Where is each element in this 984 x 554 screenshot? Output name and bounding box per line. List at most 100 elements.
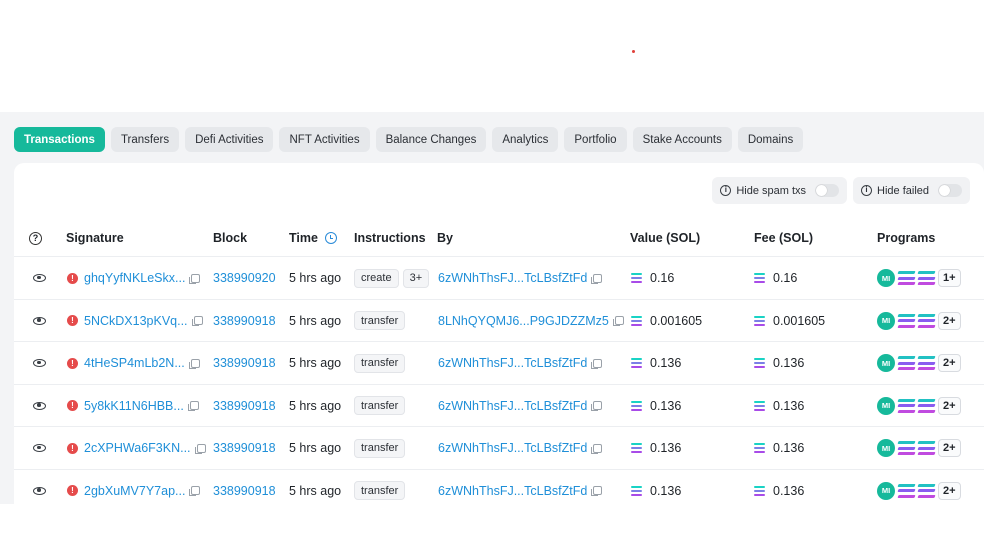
block-link[interactable]: 338990918 <box>213 314 276 328</box>
hide-failed-filter[interactable]: i Hide failed <box>853 177 970 204</box>
table-row[interactable]: ! 2gbXuMV7Y7ap... 338990918 5 hrs ago tr… <box>14 470 984 505</box>
by-address-link[interactable]: 6zWNhThsFJ...TcLBsfZtFd <box>438 399 587 413</box>
solana-program-icon[interactable] <box>917 313 936 328</box>
block-link[interactable]: 338990920 <box>213 271 276 285</box>
solana-program-icon[interactable] <box>917 356 936 370</box>
eye-icon[interactable] <box>33 486 46 495</box>
more-programs-button[interactable]: 2+ <box>938 481 961 500</box>
tab-portfolio[interactable]: Portfolio <box>564 127 627 152</box>
more-programs-button[interactable]: 2+ <box>938 439 961 457</box>
time-header[interactable]: Time <box>289 219 337 257</box>
eye-icon[interactable] <box>33 444 46 452</box>
by-address-link[interactable]: 6zWNhThsFJ...TcLBsfZtFd <box>438 356 587 370</box>
more-programs-button[interactable]: 2+ <box>938 311 961 330</box>
solana-program-icon[interactable] <box>917 483 936 498</box>
view-cell[interactable] <box>33 427 46 469</box>
solana-program-icon[interactable] <box>897 271 916 285</box>
table-row[interactable]: ! 4tHeSP4mLb2N... 338990918 5 hrs ago tr… <box>14 342 984 385</box>
eye-icon[interactable] <box>33 359 46 367</box>
instructions-header: Instructions <box>354 231 426 245</box>
solana-program-icon[interactable] <box>917 271 936 285</box>
copy-icon[interactable] <box>612 316 624 326</box>
instruction-badge[interactable]: 3+ <box>402 268 430 288</box>
view-cell[interactable] <box>33 342 46 384</box>
program-mi-icon[interactable]: MI <box>877 481 895 500</box>
view-cell[interactable] <box>33 470 46 505</box>
solana-program-icon[interactable] <box>897 356 916 370</box>
tab-defi-activities[interactable]: Defi Activities <box>185 127 274 152</box>
signature-link[interactable]: 2cXPHWa6F3KN... <box>84 441 191 455</box>
signature-link[interactable]: ghqYyfNKLeSkx... <box>84 271 185 285</box>
eye-icon[interactable] <box>33 316 46 325</box>
tab-transactions[interactable]: Transactions <box>14 127 105 152</box>
help-icon[interactable]: ? <box>29 231 42 245</box>
help-header[interactable]: ? <box>29 219 42 257</box>
hide-spam-filter[interactable]: i Hide spam txs <box>712 177 848 204</box>
tab-domains[interactable]: Domains <box>737 127 804 152</box>
signature-link[interactable]: 5y8kK11N6HBB... <box>84 399 184 413</box>
solana-program-icon[interactable] <box>917 441 936 455</box>
table-row[interactable]: ! 5y8kK11N6HBB... 338990918 5 hrs ago tr… <box>14 385 984 427</box>
block-link[interactable]: 338990918 <box>213 484 276 498</box>
copy-icon[interactable] <box>189 273 201 284</box>
tab-analytics[interactable]: Analytics <box>492 127 559 152</box>
tab-stake-accounts[interactable]: Stake Accounts <box>632 127 732 152</box>
more-programs-button[interactable]: 1+ <box>938 269 961 287</box>
signature-link[interactable]: 2gbXuMV7Y7ap... <box>84 484 185 498</box>
hide-failed-toggle[interactable] <box>938 184 962 197</box>
table-row[interactable]: ! 2cXPHWa6F3KN... 338990918 5 hrs ago tr… <box>14 427 984 470</box>
tab-transfers[interactable]: Transfers <box>110 127 180 152</box>
view-cell[interactable] <box>33 257 46 299</box>
program-mi-icon[interactable]: MI <box>877 396 895 415</box>
by-cell: 8LNhQYQMJ6...P9GJDZZMz5 <box>438 300 624 342</box>
copy-icon[interactable] <box>189 486 201 496</box>
tab-balance-changes[interactable]: Balance Changes <box>375 127 487 152</box>
tab-nft-activities[interactable]: NFT Activities <box>279 127 370 152</box>
block-link[interactable]: 338990918 <box>213 356 276 370</box>
solana-program-icon[interactable] <box>897 441 916 455</box>
solana-program-icon[interactable] <box>917 398 936 413</box>
block-link[interactable]: 338990918 <box>213 399 276 413</box>
solana-program-icon[interactable] <box>897 483 916 498</box>
instruction-badge[interactable]: transfer <box>354 311 406 330</box>
table-row[interactable]: ! 5NCkDX13pKVq... 338990918 5 hrs ago tr… <box>14 300 984 342</box>
signature-link[interactable]: 5NCkDX13pKVq... <box>84 314 188 328</box>
eye-icon[interactable] <box>33 401 46 410</box>
copy-icon[interactable] <box>191 316 203 326</box>
copy-icon[interactable] <box>591 273 603 284</box>
solana-program-icon[interactable] <box>897 313 916 328</box>
instruction-badge[interactable]: create <box>354 268 399 288</box>
instruction-badge[interactable]: transfer <box>354 481 406 500</box>
fee-amount: 0.136 <box>773 441 805 455</box>
copy-icon[interactable] <box>591 443 603 454</box>
copy-icon[interactable] <box>591 401 603 411</box>
copy-icon[interactable] <box>194 443 206 454</box>
signature-link[interactable]: 4tHeSP4mLb2N... <box>84 356 185 370</box>
copy-icon[interactable] <box>188 358 200 369</box>
hide-spam-toggle[interactable] <box>815 184 840 197</box>
block-link[interactable]: 338990918 <box>213 441 276 455</box>
program-mi-icon[interactable]: MI <box>877 311 895 330</box>
more-programs-button[interactable]: 2+ <box>938 396 961 415</box>
copy-icon[interactable] <box>187 401 199 411</box>
eye-icon[interactable] <box>33 274 46 282</box>
view-cell[interactable] <box>33 300 46 342</box>
copy-icon[interactable] <box>591 358 603 369</box>
program-mi-icon[interactable]: MI <box>877 269 895 287</box>
by-address-link[interactable]: 8LNhQYQMJ6...P9GJDZZMz5 <box>438 314 609 328</box>
by-address-link[interactable]: 6zWNhThsFJ...TcLBsfZtFd <box>438 441 587 455</box>
sol-icon <box>754 273 765 283</box>
solana-program-icon[interactable] <box>897 398 916 413</box>
instruction-badge[interactable]: transfer <box>354 353 406 373</box>
program-mi-icon[interactable]: MI <box>877 439 895 457</box>
instruction-badge[interactable]: transfer <box>354 438 406 458</box>
view-cell[interactable] <box>33 385 46 427</box>
by-address-link[interactable]: 6zWNhThsFJ...TcLBsfZtFd <box>438 484 587 498</box>
by-address-link[interactable]: 6zWNhThsFJ...TcLBsfZtFd <box>438 271 587 285</box>
table-row[interactable]: ! ghqYyfNKLeSkx... 338990920 5 hrs ago c… <box>14 257 984 300</box>
instruction-badge[interactable]: transfer <box>354 396 406 415</box>
program-mi-icon[interactable]: MI <box>877 354 895 372</box>
clock-icon[interactable] <box>324 232 337 244</box>
more-programs-button[interactable]: 2+ <box>938 354 961 372</box>
copy-icon[interactable] <box>591 486 603 496</box>
